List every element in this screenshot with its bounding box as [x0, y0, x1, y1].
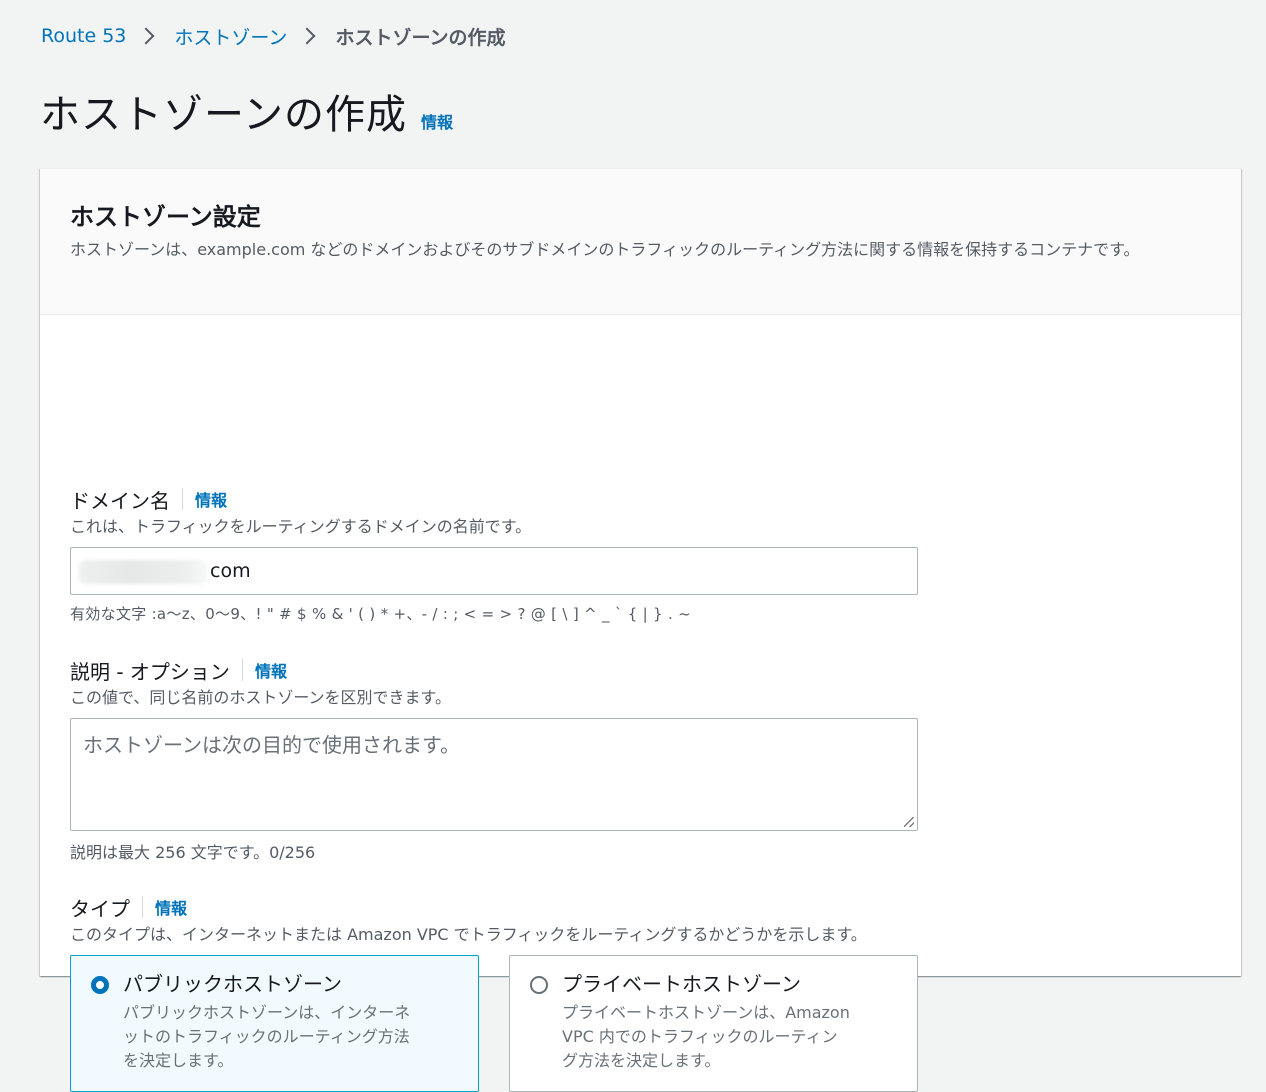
tile-title: パブリックホストゾーン: [123, 972, 342, 996]
panel-description: ホストゾーンは、example.com などのドメインおよびそのサブドメインのト…: [70, 240, 1140, 259]
hosted-zone-settings-panel: ホストゾーン設定 ホストゾーンは、example.com などのドメインおよびそ…: [40, 168, 1241, 1092]
type-field: タイプ 情報 このタイプは、インターネットまたは Amazon VPC でトラフ…: [70, 893, 918, 1092]
domain-name-field: ドメイン名 情報 これは、トラフィックをルーティングするドメインの名前です。 c…: [70, 485, 918, 624]
radio-selected-icon[interactable]: [91, 976, 109, 994]
page-title: ホストゾーンの作成: [40, 92, 407, 138]
tile-description: プライベートホストゾーンは、Amazon VPC 内でのトラフィックのルーティン…: [562, 1001, 850, 1073]
description-info-link[interactable]: 情報: [255, 658, 287, 682]
description-textarea[interactable]: ホストゾーンは次の目的で使用されます。: [70, 718, 918, 831]
chevron-right-icon: [298, 27, 316, 45]
type-label: タイプ: [70, 896, 130, 921]
domain-name-constraint: 有効な文字 :a〜z、0〜9、! " # $ % & ' ( ) * +、- /…: [70, 605, 691, 623]
domain-name-input[interactable]: com: [70, 547, 918, 595]
tile-desc-line: VPC 内でのトラフィックのルーティン: [562, 1027, 838, 1046]
tile-title: プライベートホストゾーン: [562, 972, 801, 996]
tile-desc-line: グ方法を決定します。: [562, 1051, 721, 1070]
breadcrumb-route53[interactable]: Route 53: [41, 25, 126, 47]
redacted-value: [79, 560, 207, 584]
radio-unselected-icon[interactable]: [530, 976, 548, 994]
domain-info-link[interactable]: 情報: [195, 487, 227, 511]
domain-name-label: ドメイン名: [70, 488, 170, 513]
resize-handle-icon[interactable]: [904, 817, 914, 827]
type-info-link[interactable]: 情報: [155, 895, 187, 919]
label-divider: [142, 896, 143, 918]
private-hosted-zone-tile[interactable]: プライベートホストゾーン プライベートホストゾーンは、Amazon VPC 内で…: [509, 955, 918, 1092]
tile-desc-line: を決定します。: [123, 1051, 234, 1070]
description-label: 説明 - オプション: [70, 659, 230, 684]
panel-header: ホストゾーン設定 ホストゾーンは、example.com などのドメインおよびそ…: [40, 169, 1241, 315]
tile-desc-line: プライベートホストゾーンは、Amazon: [562, 1003, 850, 1022]
label-divider: [241, 659, 243, 681]
breadcrumb: Route 53 ホストゾーン ホストゾーンの作成: [41, 22, 506, 50]
breadcrumb-hosted-zones[interactable]: ホストゾーン: [174, 23, 287, 50]
chevron-right-icon: [137, 27, 155, 45]
type-tiles: パブリックホストゾーン パブリックホストゾーンは、インターネ ットのトラフィック…: [70, 955, 918, 1092]
page-info-link[interactable]: 情報: [421, 109, 453, 133]
description-hint: この値で、同じ名前のホストゾーンを区別できます。: [70, 688, 451, 707]
tile-desc-line: ットのトラフィックのルーティング方法: [123, 1027, 410, 1046]
public-hosted-zone-tile[interactable]: パブリックホストゾーン パブリックホストゾーンは、インターネ ットのトラフィック…: [70, 955, 479, 1092]
tile-description: パブリックホストゾーンは、インターネ ットのトラフィックのルーティング方法 を決…: [123, 1001, 410, 1073]
breadcrumb-current: ホストゾーンの作成: [335, 26, 506, 49]
tile-desc-line: パブリックホストゾーンは、インターネ: [123, 1003, 411, 1022]
description-counter: 説明は最大 256 文字です。0/256: [70, 843, 316, 862]
description-field: 説明 - オプション 情報 この値で、同じ名前のホストゾーンを区別できます。 ホ…: [70, 656, 918, 863]
type-hint: このタイプは、インターネットまたは Amazon VPC でトラフィックをルーテ…: [70, 925, 867, 944]
description-placeholder: ホストゾーンは次の目的で使用されます。: [83, 733, 460, 757]
panel-title: ホストゾーン設定: [70, 203, 261, 231]
page-header: ホストゾーンの作成 情報: [40, 82, 453, 140]
label-divider: [182, 488, 183, 510]
domain-name-hint: これは、トラフィックをルーティングするドメインの名前です。: [70, 517, 532, 536]
domain-name-value: com: [210, 560, 251, 582]
